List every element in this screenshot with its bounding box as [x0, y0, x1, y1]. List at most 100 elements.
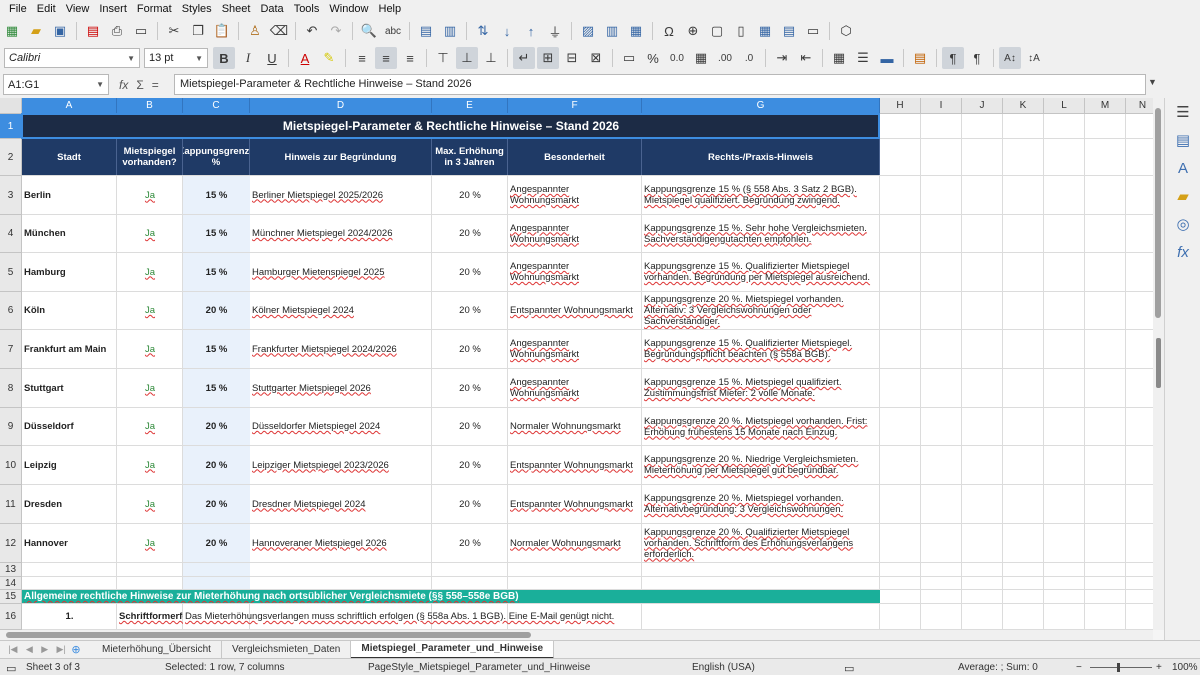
column-header[interactable]: C	[183, 98, 250, 114]
rechtshinweis-cell[interactable]: Kappungsgrenze 15 % (§ 558 Abs. 3 Satz 2…	[642, 176, 880, 214]
row-header[interactable]: 9	[0, 408, 22, 446]
city-cell[interactable]: Leipzig	[22, 446, 117, 484]
prev-tab-icon[interactable]: ◀	[26, 644, 33, 655]
mietspiegel-cell[interactable]: Ja	[117, 215, 183, 252]
next-tab-icon[interactable]: ▶	[41, 644, 48, 655]
kappungsgrenze-cell[interactable]: 20 %	[183, 446, 250, 484]
select-all-corner[interactable]	[0, 98, 22, 114]
border-style-icon[interactable]: ☰	[852, 47, 874, 69]
hinweis-cell[interactable]: Frankfurter Mietspiegel 2024/2026	[250, 330, 432, 368]
find-replace-icon[interactable]: 🔍	[358, 20, 380, 42]
name-box[interactable]: A1:G1 ▼	[3, 74, 109, 95]
city-cell[interactable]: Düsseldorf	[22, 408, 117, 445]
export-pdf-icon[interactable]: ▤	[82, 20, 104, 42]
kappungsgrenze-cell[interactable]: 15 %	[183, 176, 250, 214]
header-besonderheit[interactable]: Besonderheit	[508, 139, 642, 175]
besonderheit-cell[interactable]: Entspannter Wohnungsmarkt	[508, 485, 642, 523]
rechtshinweis-cell[interactable]: Kappungsgrenze 20 %. Niedrige Vergleichs…	[642, 446, 880, 484]
clone-formatting-icon[interactable]: ♙	[244, 20, 266, 42]
column-header[interactable]: E	[432, 98, 508, 114]
header-kappungsgrenze[interactable]: Kappungsgrenze %	[183, 139, 250, 175]
column-header[interactable]: D	[250, 98, 432, 114]
borders-icon[interactable]: ▦	[828, 47, 850, 69]
row16-text-cell[interactable]: Das Mieterhöhungsverlangen muss schriftl…	[183, 604, 642, 629]
kappungsgrenze-cell[interactable]: 20 %	[183, 524, 250, 562]
max-erhoehung-cell[interactable]: 20 %	[432, 253, 508, 291]
column-icon[interactable]: ▥	[439, 20, 461, 42]
menu-sheet[interactable]: Sheet	[217, 3, 256, 15]
freeze-rows-icon[interactable]: ▤	[778, 20, 800, 42]
besonderheit-cell[interactable]: Angespannter Wohnungsmarkt	[508, 330, 642, 368]
mietspiegel-cell[interactable]: Ja	[117, 330, 183, 368]
max-erhoehung-cell[interactable]: 20 %	[432, 524, 508, 562]
align-right-icon[interactable]: ≡	[399, 47, 421, 69]
cut-icon[interactable]: ✂	[163, 20, 185, 42]
column-header[interactable]: H	[880, 98, 921, 114]
text-orientation-icon[interactable]: A↕	[999, 47, 1021, 69]
column-header[interactable]: G	[642, 98, 880, 114]
date-format-icon[interactable]: ▦	[690, 47, 712, 69]
rechtshinweis-cell[interactable]: Kappungsgrenze 20 %. Mietspiegel vorhand…	[642, 292, 880, 329]
city-cell[interactable]: Köln	[22, 292, 117, 329]
undo-icon[interactable]: ↶	[301, 20, 323, 42]
column-header[interactable]: L	[1044, 98, 1085, 114]
rechtshinweis-cell[interactable]: Kappungsgrenze 15 %. Mietspiegel qualifi…	[642, 369, 880, 407]
max-erhoehung-cell[interactable]: 20 %	[432, 408, 508, 445]
besonderheit-cell[interactable]: Entspannter Wohnungsmarkt	[508, 292, 642, 329]
column-header[interactable]: J	[962, 98, 1003, 114]
city-cell[interactable]: Stuttgart	[22, 369, 117, 407]
max-erhoehung-cell[interactable]: 20 %	[432, 485, 508, 523]
besonderheit-cell[interactable]: Normaler Wohnungsmarkt	[508, 524, 642, 562]
sort-icon[interactable]: ⇅	[472, 20, 494, 42]
sidebar-menu-icon[interactable]: ☰	[1165, 98, 1200, 126]
percent-format-button[interactable]: %	[642, 47, 664, 69]
redo-icon[interactable]: ↷	[325, 20, 347, 42]
zoom-slider-knob[interactable]	[1117, 663, 1120, 672]
special-character-icon[interactable]: Ω	[658, 20, 680, 42]
formula-equals-icon[interactable]: =	[152, 78, 159, 92]
max-erhoehung-cell[interactable]: 20 %	[432, 330, 508, 368]
city-cell[interactable]: Berlin	[22, 176, 117, 214]
besonderheit-cell[interactable]: Angespannter Wohnungsmarkt	[508, 253, 642, 291]
city-cell[interactable]: Dresden	[22, 485, 117, 523]
city-cell[interactable]: Hannover	[22, 524, 117, 562]
mietspiegel-cell[interactable]: Ja	[117, 524, 183, 562]
merge-cells-icon[interactable]: ⊟	[561, 47, 583, 69]
mietspiegel-cell[interactable]: Ja	[117, 408, 183, 445]
column-header[interactable]: F	[508, 98, 642, 114]
rtl-icon[interactable]: ¶	[966, 47, 988, 69]
insert-chart-icon[interactable]: ▥	[601, 20, 623, 42]
mietspiegel-cell[interactable]: Ja	[117, 485, 183, 523]
last-tab-icon[interactable]: ▶|	[57, 644, 66, 655]
hyperlink-icon[interactable]: ⊕	[682, 20, 704, 42]
draw-functions-icon[interactable]: ⬡	[835, 20, 857, 42]
add-sheet-icon[interactable]: ⊕	[70, 643, 82, 656]
hinweis-cell[interactable]: Düsseldorfer Mietspiegel 2024	[250, 408, 432, 445]
menu-data[interactable]: Data	[255, 3, 288, 15]
font-color-icon[interactable]: A	[294, 47, 316, 69]
language[interactable]: English (USA)	[692, 662, 755, 673]
menu-file[interactable]: File	[4, 3, 32, 15]
sidebar-resize-handle[interactable]	[1156, 338, 1161, 388]
menu-insert[interactable]: Insert	[94, 3, 132, 15]
copy-icon[interactable]: ❐	[187, 20, 209, 42]
properties-icon[interactable]: ▤	[1165, 126, 1200, 154]
horizontal-scrollbar[interactable]	[0, 630, 1153, 640]
kappungsgrenze-cell[interactable]: 15 %	[183, 369, 250, 407]
city-cell[interactable]: Frankfurt am Main	[22, 330, 117, 368]
decrease-indent-icon[interactable]: ⇤	[795, 47, 817, 69]
row16-number-cell[interactable]: 1.	[22, 604, 117, 629]
align-bottom-icon[interactable]: ⊥	[480, 47, 502, 69]
max-erhoehung-cell[interactable]: 20 %	[432, 176, 508, 214]
rechtshinweis-cell[interactable]: Kappungsgrenze 15 %. Qualifizierter Miet…	[642, 253, 880, 291]
column-header[interactable]: K	[1003, 98, 1044, 114]
currency-format-icon[interactable]: ▭	[618, 47, 640, 69]
function-wizard-icon[interactable]: fx	[119, 78, 128, 92]
split-window-icon[interactable]: ▭	[802, 20, 824, 42]
menu-edit[interactable]: Edit	[32, 3, 61, 15]
hinweis-cell[interactable]: Hamburger Mietenspiegel 2025	[250, 253, 432, 291]
header-mietspiegel[interactable]: Mietspiegel vorhanden?	[117, 139, 183, 175]
add-decimal-button[interactable]: .00	[714, 47, 736, 69]
spreadsheet-grid[interactable]: A B C D E F G H I J K L M N 1 2 3 4 5 6 7 8 9 10 11 12 13 14 15 16 Mie…	[0, 98, 1153, 630]
column-header[interactable]: I	[921, 98, 962, 114]
